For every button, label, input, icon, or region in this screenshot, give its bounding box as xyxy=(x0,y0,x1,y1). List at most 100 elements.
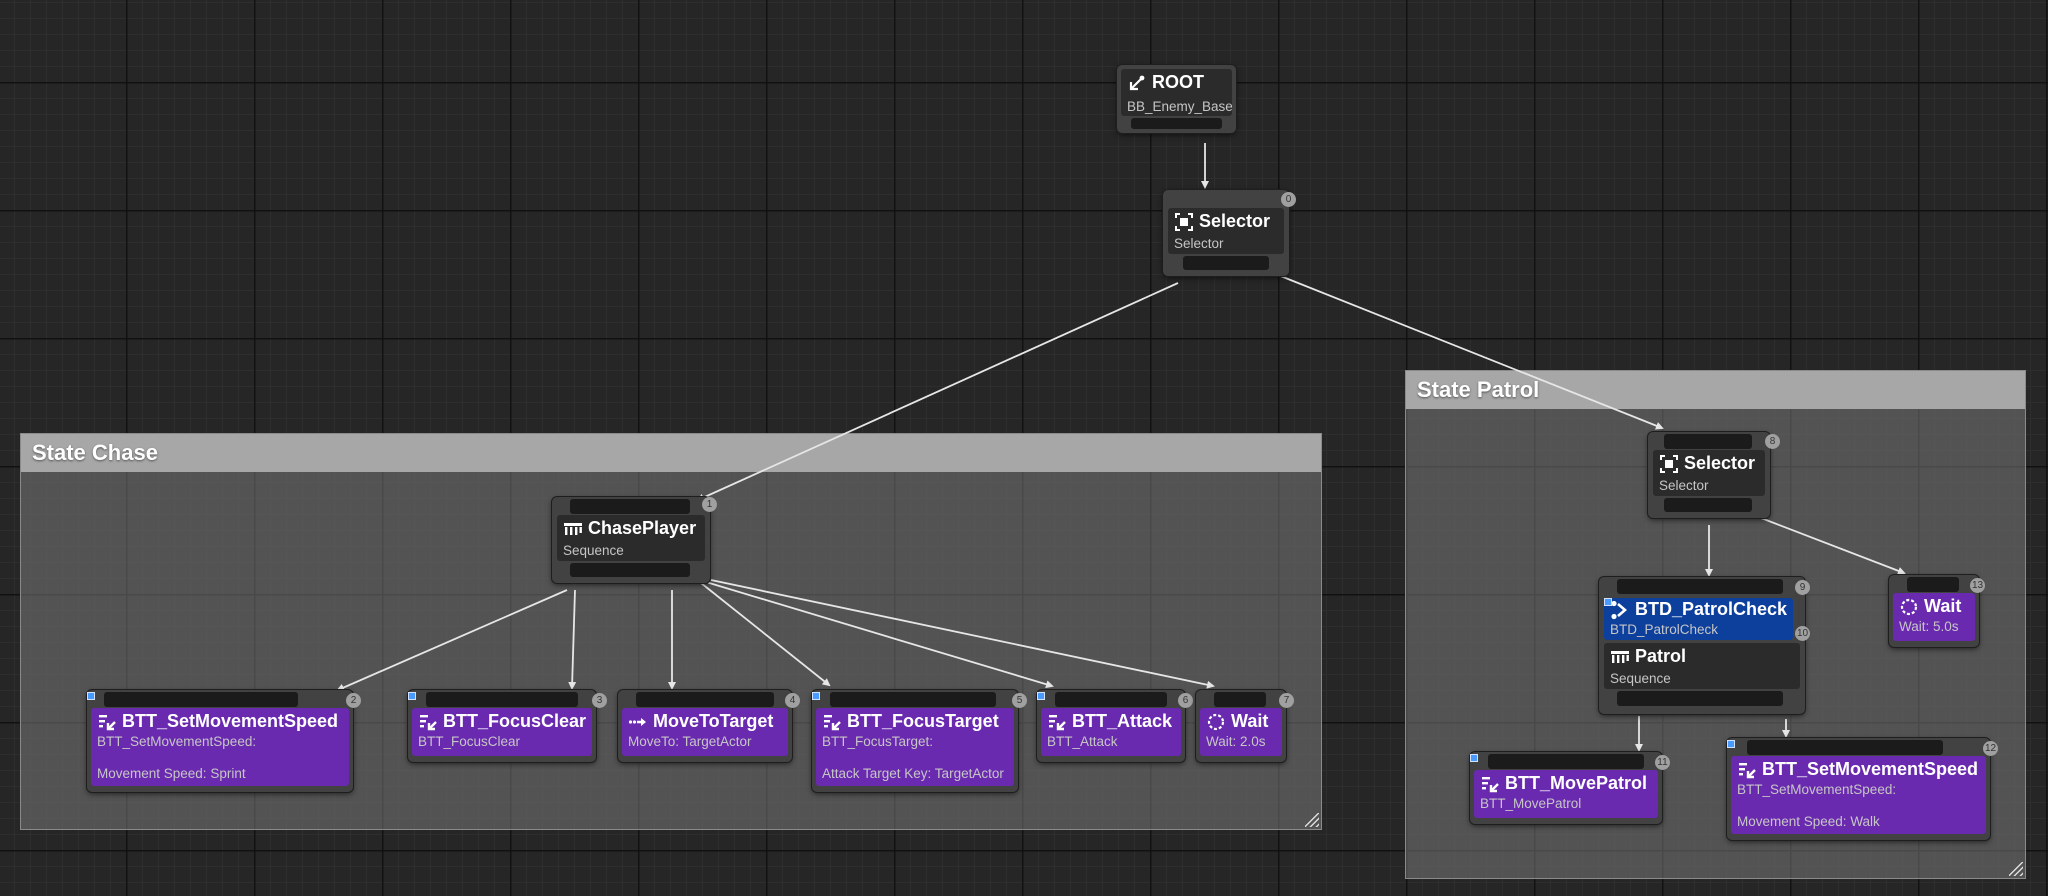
input-pin[interactable] xyxy=(830,692,996,707)
comment-title[interactable]: State Patrol xyxy=(1406,371,2025,409)
input-pin[interactable] xyxy=(104,692,298,707)
task-icon xyxy=(1737,760,1757,780)
node-title-row: Wait xyxy=(1206,711,1268,732)
node-body: BTT_FocusTarget BTT_FocusTarget: Attack … xyxy=(816,708,1014,786)
node-property: Attack Target Key: TargetActor xyxy=(822,766,1004,781)
input-pin[interactable] xyxy=(1488,754,1644,769)
node-subtitle: BTT_Attack xyxy=(1047,734,1118,749)
node-subtitle: BTT_SetMovementSpeed: xyxy=(97,734,257,749)
task-node-focustarget[interactable]: BTT_FocusTarget BTT_FocusTarget: Attack … xyxy=(812,690,1027,792)
node-subtitle: MoveTo: TargetActor xyxy=(628,734,752,749)
input-pin[interactable] xyxy=(1907,577,1959,592)
output-pin[interactable] xyxy=(1131,118,1222,129)
input-pin[interactable] xyxy=(570,499,690,514)
node-title: ROOT xyxy=(1152,72,1204,92)
node-property: Movement Speed: Sprint xyxy=(97,766,246,781)
output-pin[interactable] xyxy=(570,563,690,577)
input-pin[interactable] xyxy=(1617,579,1783,594)
execution-index-badge: 11 xyxy=(1655,755,1670,770)
node-subtitle: BTT_SetMovementSpeed: xyxy=(1737,782,1897,797)
node-title: MoveToTarget xyxy=(653,711,774,731)
node-body: BTT_SetMovementSpeed BTT_SetMovementSpee… xyxy=(91,708,349,786)
execution-index-badge: 6 xyxy=(1178,693,1193,708)
decorator-icon xyxy=(1610,600,1630,620)
node-title: BTD_PatrolCheck xyxy=(1635,599,1788,619)
node-subtitle: BTT_FocusTarget: xyxy=(822,734,934,749)
root-node[interactable]: ROOT BB_Enemy_Base xyxy=(1117,65,1236,133)
execution-index-badge: 3 xyxy=(592,693,607,708)
node-subtitle: Wait: 5.0s xyxy=(1899,619,1959,634)
node-title-row: Selector xyxy=(1174,211,1270,232)
input-pin[interactable] xyxy=(1747,740,1943,755)
node-body: BTT_MovePatrol BTT_MovePatrol xyxy=(1474,770,1658,818)
task-node-movetotarget[interactable]: MoveToTarget MoveTo: TargetActor 4 xyxy=(618,690,800,762)
output-pin[interactable] xyxy=(1664,498,1752,512)
selector-node-main[interactable]: Selector Selector 0 xyxy=(1163,190,1296,276)
selector-icon xyxy=(1174,212,1194,232)
node-title-row: BTT_Attack xyxy=(1047,711,1172,732)
node-body: ROOT BB_Enemy_Base xyxy=(1121,69,1232,116)
node-subtitle: BTT_FocusClear xyxy=(418,734,521,749)
selector-node-patrol[interactable]: Selector Selector 8 xyxy=(1648,432,1780,518)
execution-index-badge: 0 xyxy=(1281,192,1296,207)
node-title: Selector xyxy=(1199,211,1271,231)
task-icon xyxy=(1480,774,1500,794)
node-title-row: MoveToTarget xyxy=(628,711,773,732)
node-title: Patrol xyxy=(1635,646,1687,666)
node-body: Selector Selector xyxy=(1168,208,1284,254)
node-subtitle: BTT_MovePatrol xyxy=(1480,796,1582,811)
node-title-row: ROOT xyxy=(1127,72,1204,93)
input-pin[interactable] xyxy=(1214,692,1266,707)
breakpoint-marker xyxy=(1604,598,1612,606)
execution-index-badge: 1 xyxy=(702,497,717,512)
output-pin[interactable] xyxy=(1617,691,1783,706)
output-pin[interactable] xyxy=(1183,256,1269,270)
node-title-row: BTT_FocusTarget xyxy=(822,711,999,732)
input-pin[interactable] xyxy=(426,692,578,707)
input-pin[interactable] xyxy=(1055,692,1167,707)
task-icon xyxy=(822,712,842,732)
node-title: BTT_FocusTarget xyxy=(847,711,999,731)
breakpoint-marker xyxy=(1470,754,1478,762)
node-body: ChasePlayer Sequence xyxy=(557,515,705,561)
task-node-setmovementspeed-sprint[interactable]: BTT_SetMovementSpeed BTT_SetMovementSpee… xyxy=(87,690,361,792)
wait-icon xyxy=(1899,597,1919,617)
node-title: BTT_FocusClear xyxy=(443,711,587,731)
execution-index-badge: 2 xyxy=(346,693,361,708)
node-body: Selector Selector xyxy=(1653,450,1765,496)
node-subtitle: Selector xyxy=(1659,478,1709,493)
input-pin[interactable] xyxy=(636,692,774,707)
node-title: Wait xyxy=(1924,596,1962,616)
node-title: Wait xyxy=(1231,711,1269,731)
task-icon xyxy=(97,712,117,732)
task-node-movepatrol[interactable]: BTT_MovePatrol BTT_MovePatrol 11 xyxy=(1470,752,1670,824)
node-title-row: Patrol xyxy=(1610,646,1686,667)
task-node-attack[interactable]: BTT_Attack BTT_Attack 6 xyxy=(1037,690,1193,762)
node-subtitle: Selector xyxy=(1174,236,1224,251)
node-title-row: BTT_SetMovementSpeed xyxy=(1737,759,1978,780)
move-to-icon xyxy=(628,712,648,732)
node-title: BTT_SetMovementSpeed xyxy=(1762,759,1979,779)
node-subtitle: BTD_PatrolCheck xyxy=(1610,622,1719,637)
node-title-row: BTT_SetMovementSpeed xyxy=(97,711,338,732)
task-node-wait-patrol[interactable]: Wait Wait: 5.0s 13 xyxy=(1889,575,1985,647)
sequence-node-chaseplayer[interactable]: ChasePlayer Sequence 1 xyxy=(552,497,717,583)
sequence-node-patrol[interactable]: BTD_PatrolCheck BTD_PatrolCheck Patrol S… xyxy=(1599,577,1810,714)
node-title-row: BTT_FocusClear xyxy=(418,711,586,732)
decorator-patrolcheck[interactable]: BTD_PatrolCheck BTD_PatrolCheck xyxy=(1604,598,1793,640)
resize-grip-icon[interactable] xyxy=(1305,813,1319,827)
task-node-focusclear[interactable]: BTT_FocusClear BTT_FocusClear 3 xyxy=(408,690,607,762)
execution-index-badge: 4 xyxy=(785,693,800,708)
root-icon xyxy=(1127,73,1147,93)
execution-index-badge: 10 xyxy=(1795,626,1810,641)
input-pin[interactable] xyxy=(1664,434,1752,449)
comment-title[interactable]: State Chase xyxy=(21,434,1321,472)
task-node-wait-chase[interactable]: Wait Wait: 2.0s 7 xyxy=(1196,690,1294,762)
node-title-row: BTT_MovePatrol xyxy=(1480,773,1647,794)
task-icon xyxy=(1047,712,1067,732)
node-title-row: ChasePlayer xyxy=(563,518,696,539)
sequence-icon xyxy=(1610,647,1630,667)
breakpoint-marker xyxy=(408,692,416,700)
resize-grip-icon[interactable] xyxy=(2009,862,2023,876)
task-node-setmovementspeed-walk[interactable]: BTT_SetMovementSpeed BTT_SetMovementSpee… xyxy=(1727,738,1998,840)
